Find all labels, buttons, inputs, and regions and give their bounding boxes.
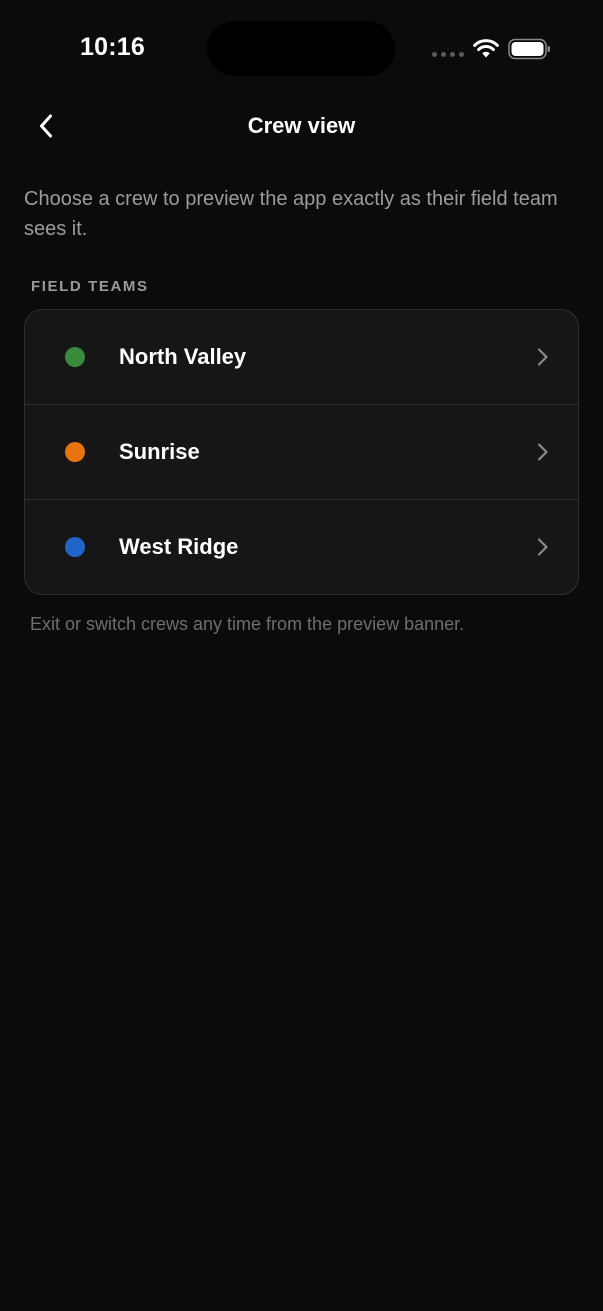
team-list: North Valley Sunrise West Ridge: [24, 309, 579, 595]
battery-icon: [508, 38, 550, 60]
wifi-icon: [473, 39, 499, 58]
chevron-right-icon: [537, 348, 548, 366]
chevron-right-icon: [537, 443, 548, 461]
page-title: Crew view: [247, 113, 356, 138]
status-time: 10:16: [80, 33, 145, 61]
dynamic-island: [207, 21, 395, 76]
nav-bar: Crew view: [0, 96, 603, 156]
footnote: Exit or switch crews any time from the p…: [30, 614, 465, 634]
team-name: Sunrise: [119, 439, 200, 464]
team-name: North Valley: [119, 344, 247, 369]
team-row-north-valley[interactable]: North Valley: [25, 310, 578, 404]
team-color-dot: [65, 347, 85, 367]
team-color-dot: [65, 442, 85, 462]
team-name: West Ridge: [119, 534, 239, 559]
intro-text: Choose a crew to preview the app exactly…: [24, 188, 558, 240]
signal-dots-icon: [432, 52, 464, 58]
status-bar: 10:16: [0, 0, 603, 96]
team-row-sunrise[interactable]: Sunrise: [25, 404, 578, 499]
team-row-west-ridge[interactable]: West Ridge: [25, 499, 578, 594]
team-color-dot: [65, 537, 85, 557]
section-header: FIELD TEAMS: [31, 278, 149, 295]
chevron-right-icon: [537, 538, 548, 556]
